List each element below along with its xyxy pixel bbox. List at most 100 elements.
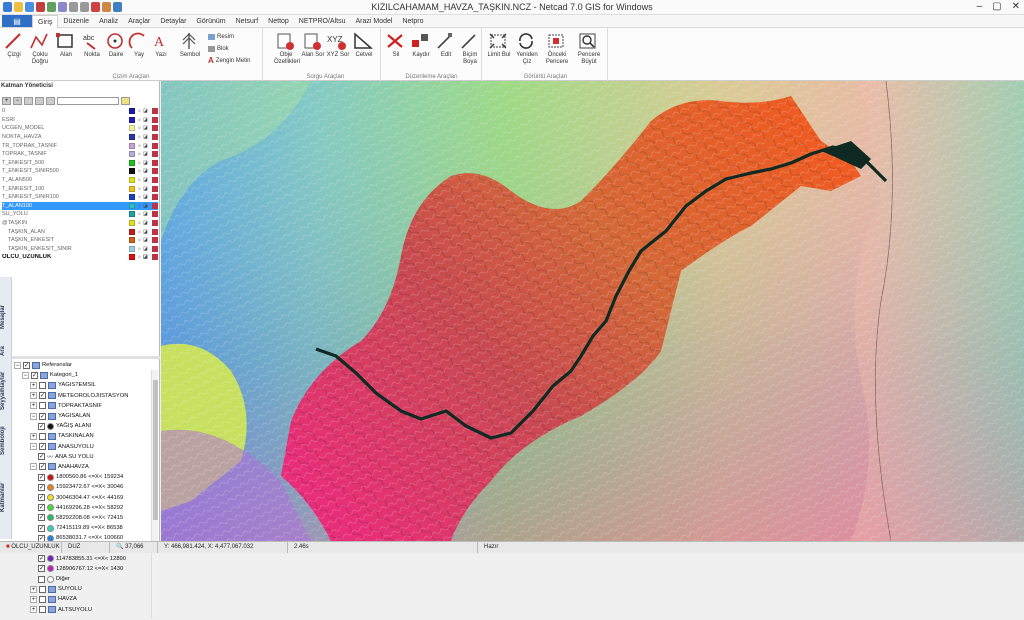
menu-araclar[interactable]: Araçlar xyxy=(123,15,155,28)
tree-checkbox[interactable] xyxy=(38,575,45,583)
layer-lock-icon[interactable] xyxy=(152,142,158,149)
layer-lock-icon[interactable] xyxy=(152,202,158,209)
zoom-window-button[interactable]: Pencere Büyüt xyxy=(577,31,601,66)
layer-color-swatch[interactable] xyxy=(129,125,135,132)
tree-node[interactable]: ✓ 128906767.12 <=X< 1430 xyxy=(14,564,150,574)
filter-icon[interactable] xyxy=(121,97,130,105)
layer-row[interactable]: T_ENKESIT_500 ☼ ◪ xyxy=(2,159,158,168)
menu-gorunum[interactable]: Görünüm xyxy=(191,15,230,28)
tree-checkbox[interactable]: ✓ xyxy=(39,392,46,400)
tree-node[interactable]: + HAVZA xyxy=(14,594,150,604)
tree-checkbox[interactable]: ✓ xyxy=(38,453,45,461)
tree-checkbox[interactable] xyxy=(39,585,46,593)
tree-node[interactable]: + YAGIS?EMSIL xyxy=(14,380,150,390)
panel-splitter[interactable] xyxy=(0,356,160,359)
menu-analiz[interactable]: Analiz xyxy=(94,15,123,28)
add-layer-icon[interactable]: + xyxy=(2,97,11,105)
tree-checkbox[interactable]: ✓ xyxy=(23,361,30,369)
menu-netpro-altsu[interactable]: NETPRO/Altsu xyxy=(294,15,351,28)
tree-node[interactable]: ✓ 1800560.86 <=X< 159234 xyxy=(14,472,150,482)
tree-checkbox[interactable]: ✓ xyxy=(38,565,45,573)
menu-netpro[interactable]: Netpro xyxy=(397,15,428,28)
menu-giris[interactable]: Giriş xyxy=(32,14,59,28)
layer-visibility-icon[interactable]: ☼ ◪ xyxy=(137,177,151,183)
layer-visibility-icon[interactable]: ☼ ◪ xyxy=(137,203,151,209)
tree-node[interactable]: ✓ YAĞIŞ ALANI xyxy=(14,421,150,431)
tree-node[interactable]: − ✓ ANASUYOLU xyxy=(14,442,150,452)
layer-visibility-icon[interactable]: ☼ ◪ xyxy=(137,186,151,192)
layer-lock-icon[interactable] xyxy=(152,254,158,261)
expand-toggle-icon[interactable]: + xyxy=(30,402,37,410)
layer-row[interactable]: UCGEN_MODEL ☼ ◪ xyxy=(2,124,158,133)
image-button[interactable]: Resim xyxy=(208,32,234,41)
edit-button[interactable]: Edit xyxy=(434,31,458,59)
layer-visibility-icon[interactable]: ☼ ◪ xyxy=(137,143,151,149)
menu-detaylar[interactable]: Detaylar xyxy=(155,15,191,28)
menu-arazi-model[interactable]: Arazi Model xyxy=(350,15,397,28)
tree-node[interactable]: − ✓ Kategori_1 xyxy=(14,370,150,380)
layer-settings-icon[interactable] xyxy=(35,97,44,105)
tree-checkbox[interactable] xyxy=(39,595,46,603)
layer-row[interactable]: TAŞKIN_ENKESIT_SINIR ☼ ◪ xyxy=(2,245,158,254)
tree-node[interactable]: ✓ 44169296.28 <=X< 58292 xyxy=(14,503,150,513)
tree-checkbox[interactable]: ✓ xyxy=(38,483,45,491)
scrollbar-thumb[interactable] xyxy=(153,380,158,520)
application-menu-button[interactable]: ▤ xyxy=(2,15,32,27)
layer-color-swatch[interactable] xyxy=(129,134,135,141)
expand-toggle-icon[interactable]: + xyxy=(30,595,37,603)
tree-node[interactable]: ✓ 72415119.89 <=X< 86538 xyxy=(14,523,150,533)
line-button[interactable]: Çizgi xyxy=(2,31,26,59)
tree-node[interactable]: ✓ 114783855.31 <=X< 12890 xyxy=(14,554,150,564)
area-button[interactable]: Alan xyxy=(54,31,78,59)
tree-checkbox[interactable]: ✓ xyxy=(39,443,46,451)
tree-checkbox[interactable]: ✓ xyxy=(38,555,45,563)
layer-row[interactable]: @TAŞKIN ☼ ◪ xyxy=(2,219,158,228)
expand-toggle-icon[interactable]: + xyxy=(30,606,37,614)
status-mode[interactable]: DUZ xyxy=(62,542,110,553)
layer-row[interactable]: TAŞKIN_ENKESIT ☼ ◪ xyxy=(2,236,158,245)
layer-row[interactable]: T_ALAN100 ☼ ◪ xyxy=(2,201,158,211)
tree-checkbox[interactable]: ✓ xyxy=(39,412,46,420)
layer-lock-icon[interactable] xyxy=(152,177,158,184)
tree-node[interactable]: ✓ 30046304.47 <=X< 44169 xyxy=(14,492,150,502)
menu-netsurf[interactable]: Netsurf xyxy=(231,15,264,28)
close-window-icon[interactable]: ✕ xyxy=(1012,1,1020,12)
maximize-icon[interactable]: ▢ xyxy=(992,1,1001,12)
remove-layer-icon[interactable]: − xyxy=(13,97,22,105)
find-limits-button[interactable]: Limit Bul xyxy=(487,31,511,59)
layer-lock-icon[interactable] xyxy=(152,220,158,227)
format-paint-button[interactable]: Biçim Boya xyxy=(458,31,482,66)
layer-color-swatch[interactable] xyxy=(129,142,135,149)
tree-node[interactable]: + ALTSUYOLU xyxy=(14,605,150,615)
tree-node[interactable]: + ✓ METEOROLOJIISTASYON xyxy=(14,391,150,401)
layer-color-swatch[interactable] xyxy=(129,177,135,184)
layer-lock-icon[interactable] xyxy=(152,125,158,132)
point-button[interactable]: abc Nokta xyxy=(80,31,104,59)
layer-lock-icon[interactable] xyxy=(152,116,158,123)
layer-lock-icon[interactable] xyxy=(152,245,158,252)
tab-katmanlar[interactable]: Katmanlar xyxy=(0,467,12,527)
expand-toggle-icon[interactable]: + xyxy=(30,381,37,389)
layer-row[interactable]: T_ENKESIT_100 ☼ ◪ xyxy=(2,184,158,193)
tree-checkbox[interactable]: ✓ xyxy=(38,422,45,430)
layer-lock-icon[interactable] xyxy=(152,228,158,235)
layer-color-swatch[interactable] xyxy=(129,159,135,166)
tree-checkbox[interactable]: ✓ xyxy=(38,524,45,532)
tree-checkbox[interactable]: ✓ xyxy=(31,371,38,379)
tab-ara[interactable]: Ara xyxy=(0,339,12,363)
layer-lock-icon[interactable] xyxy=(152,159,158,166)
layer-visibility-icon[interactable]: ☼ ◪ xyxy=(137,237,151,243)
layer-color-swatch[interactable] xyxy=(129,168,135,175)
menu-nettop[interactable]: Nettop xyxy=(263,15,294,28)
layer-color-swatch[interactable] xyxy=(129,237,135,244)
layer-visibility-icon[interactable]: ☼ ◪ xyxy=(137,108,151,114)
layer-row[interactable]: OLCU_UZUNLUK ☼ ◪ xyxy=(2,253,158,262)
layer-visibility-icon[interactable]: ☼ ◪ xyxy=(137,134,151,140)
layer-row[interactable]: TR_TOPRAK_TASNIF ☼ ◪ xyxy=(2,141,158,150)
tree-checkbox[interactable]: ✓ xyxy=(38,473,45,481)
tree-node[interactable]: ✓ 〰 ANA SU YOLU xyxy=(14,452,150,462)
layer-row[interactable]: T_ENKESIT_SINIR100 ☼ ◪ xyxy=(2,193,158,202)
layer-properties-icon[interactable] xyxy=(24,97,33,105)
layer-visibility-icon[interactable]: ☼ ◪ xyxy=(137,194,151,200)
layer-visibility-icon[interactable]: ☼ ◪ xyxy=(137,151,151,157)
